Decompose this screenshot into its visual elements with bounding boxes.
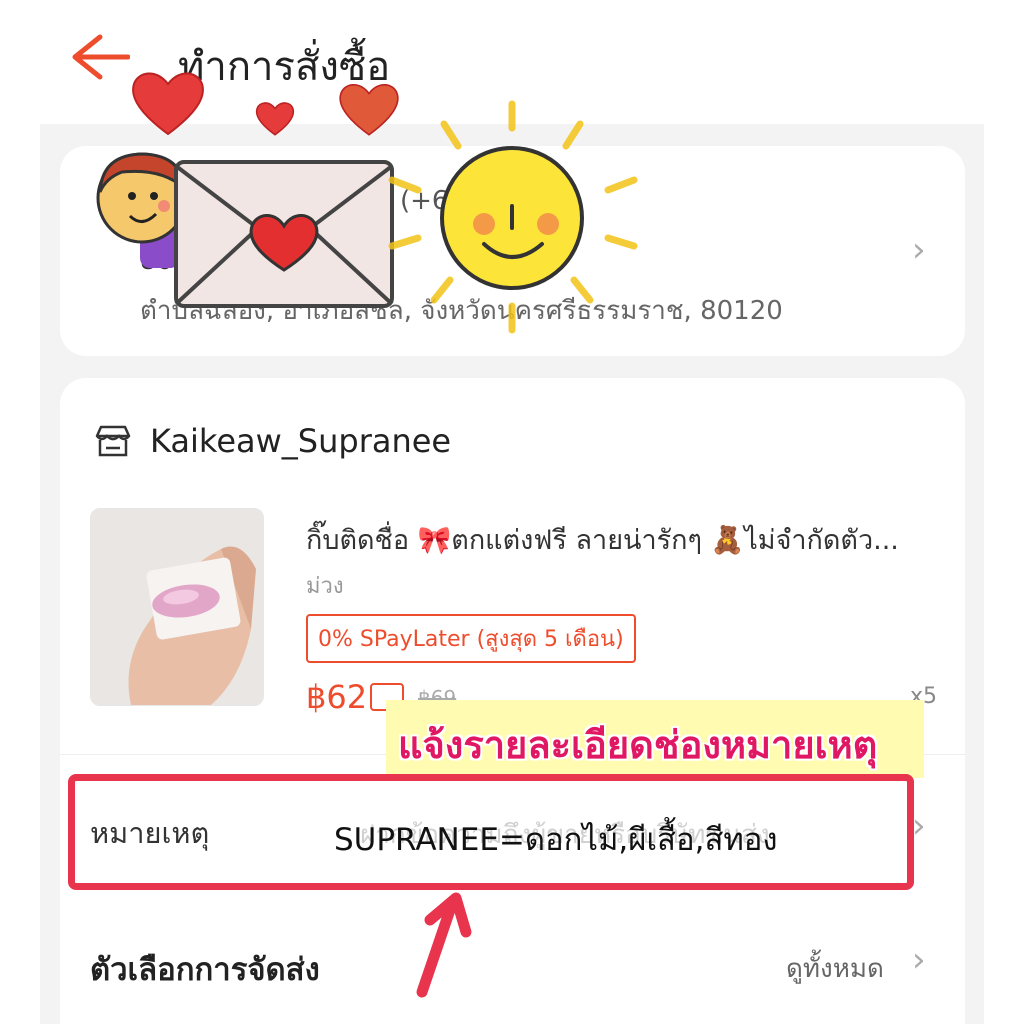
back-arrow-icon[interactable] — [70, 32, 130, 82]
instruction-banner: แจ้งรายละเอียดช่องหมายเหตุ — [386, 700, 924, 778]
envelope-sticker-icon — [174, 160, 394, 308]
product-price: ฿62 — [306, 678, 368, 716]
instruction-banner-text: แจ้งรายละเอียดช่องหมายเหตุ — [398, 723, 878, 767]
heart-sticker-icon — [132, 72, 204, 136]
product-image[interactable] — [90, 508, 264, 706]
shipping-options-label: ตัวเลือกการจัดส่ง — [90, 952, 320, 988]
product-variant: ม่วง — [306, 574, 344, 599]
shop-row[interactable]: Kaikeaw_Supranee — [94, 422, 451, 460]
product-title: กิ๊บติดชื่อ 🎀ตกแต่งฟรี ลายน่ารักๆ 🧸ไม่จำ… — [306, 525, 899, 556]
shop-name: Kaikeaw_Supranee — [150, 422, 452, 460]
note-value[interactable]: SUPRANEE=ดอกไม้,ผีเสื้อ,สีทอง — [334, 814, 778, 864]
pointer-arrow-icon — [416, 892, 472, 998]
address-chevron-right-icon: › — [912, 230, 926, 270]
spaylater-badge: 0% SPayLater (สูงสุด 5 เดือน) — [306, 614, 636, 663]
small-heart-sticker-icon — [255, 102, 295, 136]
shipping-chevron-right-icon[interactable]: › — [912, 940, 926, 980]
store-icon — [95, 425, 131, 457]
note-chevron-right-icon: › — [912, 806, 926, 846]
view-all-shipping-link[interactable]: ดูทั้งหมด — [786, 948, 884, 989]
sun-sticker-icon — [388, 100, 638, 334]
